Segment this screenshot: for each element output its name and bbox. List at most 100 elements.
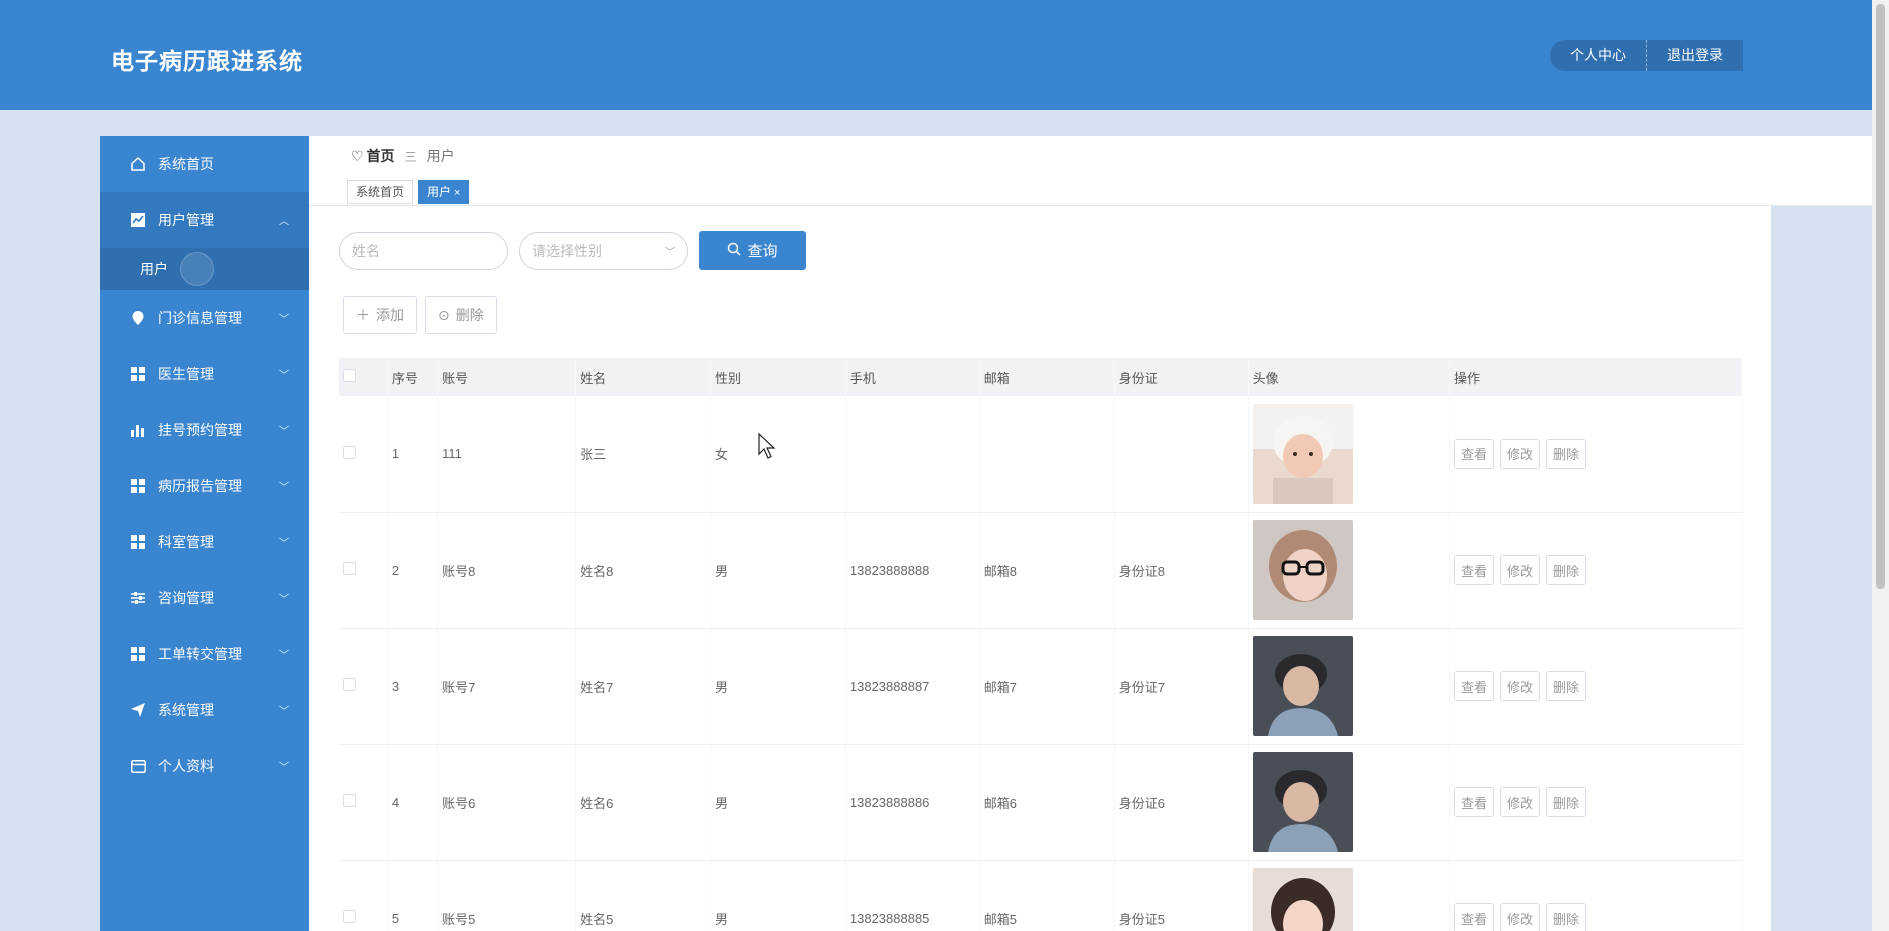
index-cell: 2	[387, 512, 439, 629]
chevron-down-icon: ﹀	[279, 762, 289, 774]
column-header: 账号	[437, 358, 577, 396]
top-header: 电子病历跟进系统 个人中心 退出登录	[0, 0, 1872, 110]
delete-button[interactable]: 删除	[1545, 903, 1586, 931]
chevron-up-icon: ︿	[279, 216, 289, 228]
id-card-cell	[1114, 396, 1249, 513]
batch-delete-button[interactable]: ⊙ 删除	[425, 296, 497, 334]
edit-button[interactable]: 修改	[1499, 903, 1540, 931]
phone-cell: 13823888887	[845, 628, 980, 745]
sidebar-item-work-order[interactable]: 工单转交管理 ﹀	[100, 626, 309, 682]
sidebar-item-user-management[interactable]: 用户管理 ︿	[100, 192, 309, 248]
gender-cell: 男	[710, 744, 846, 861]
sidebar-item-clinic-info[interactable]: 门诊信息管理 ﹀	[100, 290, 309, 346]
row-select-cell	[339, 628, 388, 745]
edit-button[interactable]: 修改	[1499, 671, 1540, 701]
app-title: 电子病历跟进系统	[111, 48, 303, 74]
plus-icon: ＋	[356, 307, 370, 323]
chevron-down-icon: ﹀	[279, 426, 289, 438]
email-cell: 邮箱8	[979, 512, 1115, 629]
avatar-image	[1252, 636, 1353, 736]
logout-button[interactable]: 退出登录	[1647, 40, 1743, 71]
sidebar-item-department[interactable]: 科室管理 ﹀	[100, 514, 309, 570]
edit-button[interactable]: 修改	[1499, 438, 1540, 469]
column-header: 姓名	[575, 358, 711, 396]
send-icon	[130, 702, 146, 718]
sidebar-item-medical-report[interactable]: 病历报告管理 ﹀	[100, 458, 309, 514]
row-checkbox[interactable]	[343, 794, 356, 807]
phone-cell: 13823888886	[845, 744, 980, 861]
row-checkbox[interactable]	[343, 445, 356, 459]
sidebar-subitem-user[interactable]: 用户	[100, 248, 309, 290]
phone-cell: 13823888888	[845, 512, 980, 629]
operations-cell: 查看 修改 删除	[1449, 744, 1743, 861]
tag-home[interactable]: 系统首页	[347, 180, 414, 204]
row-checkbox[interactable]	[343, 910, 356, 923]
query-button-label: 查询	[747, 243, 778, 260]
name-cell: 姓名8	[575, 512, 711, 629]
sidebar-item-profile[interactable]: 个人资料 ﹀	[100, 738, 309, 794]
id-card-cell: 身份证6	[1114, 744, 1249, 861]
view-button[interactable]: 查看	[1453, 671, 1494, 701]
select-all-cell	[339, 358, 388, 396]
page-scrollbar[interactable]	[1872, 0, 1889, 931]
row-checkbox[interactable]	[343, 562, 356, 575]
table-row: 1 111 张三 女 查看 修改 删除	[339, 396, 1743, 513]
sidebar-item-consultation[interactable]: 咨询管理 ﹀	[100, 570, 309, 626]
sidebar-item-label: 咨询管理	[158, 590, 214, 606]
breadcrumb-current: 用户	[426, 148, 455, 164]
sidebar-item-appointment[interactable]: 挂号预约管理 ﹀	[100, 402, 309, 458]
delete-button[interactable]: 删除	[1545, 555, 1586, 585]
account-cell: 账号6	[437, 744, 577, 861]
avatar-image	[1252, 520, 1353, 620]
scrollbar-thumb[interactable]	[1876, 4, 1885, 589]
account-cell: 账号7	[437, 628, 577, 745]
edit-button[interactable]: 修改	[1499, 555, 1540, 585]
chevron-down-icon: ﹀	[279, 594, 289, 606]
column-header: 操作	[1449, 358, 1743, 396]
sidebar-item-home[interactable]: 系统首页	[100, 136, 309, 192]
delete-button[interactable]: 删除	[1545, 671, 1586, 701]
chevron-down-icon: ﹀	[279, 706, 289, 718]
email-cell: 邮箱5	[979, 860, 1115, 931]
view-button[interactable]: 查看	[1453, 555, 1494, 585]
avatar-image	[1252, 752, 1353, 852]
gender-select[interactable]: 请选择性别 ﹀	[519, 231, 688, 270]
chart-icon	[130, 212, 146, 228]
name-search-input[interactable]: 姓名	[339, 231, 508, 270]
gender-cell: 男	[710, 860, 846, 931]
row-checkbox[interactable]	[343, 678, 356, 691]
add-button[interactable]: ＋ 添加	[343, 296, 417, 334]
avatar-cell	[1248, 396, 1450, 513]
tag-user[interactable]: 用户 ×	[418, 180, 470, 204]
index-cell: 1	[387, 396, 439, 513]
edit-button[interactable]: 修改	[1499, 787, 1540, 817]
personal-center-button[interactable]: 个人中心	[1550, 40, 1647, 71]
delete-button[interactable]: 删除	[1545, 438, 1586, 469]
sidebar-item-doctor[interactable]: 医生管理 ﹀	[100, 346, 309, 402]
table-row: 3 账号7 姓名7 男 13823888887 邮箱7 身份证7 查看 修改 删…	[339, 628, 1743, 745]
account-cell: 账号8	[437, 512, 577, 629]
sidebar-item-label: 挂号预约管理	[158, 422, 242, 438]
index-cell: 4	[387, 744, 439, 861]
pin-icon	[130, 310, 146, 326]
close-icon[interactable]: ×	[454, 187, 460, 199]
sidebar-item-label: 病历报告管理	[158, 478, 242, 494]
account-cell: 111	[437, 396, 577, 513]
breadcrumb-home[interactable]: 首页	[367, 146, 395, 166]
gender-cell: 男	[710, 512, 846, 629]
view-button[interactable]: 查看	[1453, 787, 1494, 817]
select-all-checkbox[interactable]	[343, 369, 356, 382]
avatar-image	[1252, 403, 1353, 504]
sidebar-item-system[interactable]: 系统管理 ﹀	[100, 682, 309, 738]
search-icon	[727, 242, 742, 260]
column-header: 性别	[710, 358, 846, 396]
chevron-down-icon: ﹀	[279, 370, 289, 382]
name-cell: 姓名5	[575, 860, 711, 931]
view-button[interactable]: 查看	[1453, 438, 1494, 469]
query-button[interactable]: 查询	[699, 231, 806, 270]
breadcrumb: ♡ 首页 三 用户	[351, 146, 455, 166]
chevron-down-icon: ﹀	[279, 314, 289, 326]
delete-button[interactable]: 删除	[1545, 787, 1586, 817]
view-button[interactable]: 查看	[1453, 903, 1494, 931]
delete-circle-icon: ⊙	[438, 306, 450, 323]
